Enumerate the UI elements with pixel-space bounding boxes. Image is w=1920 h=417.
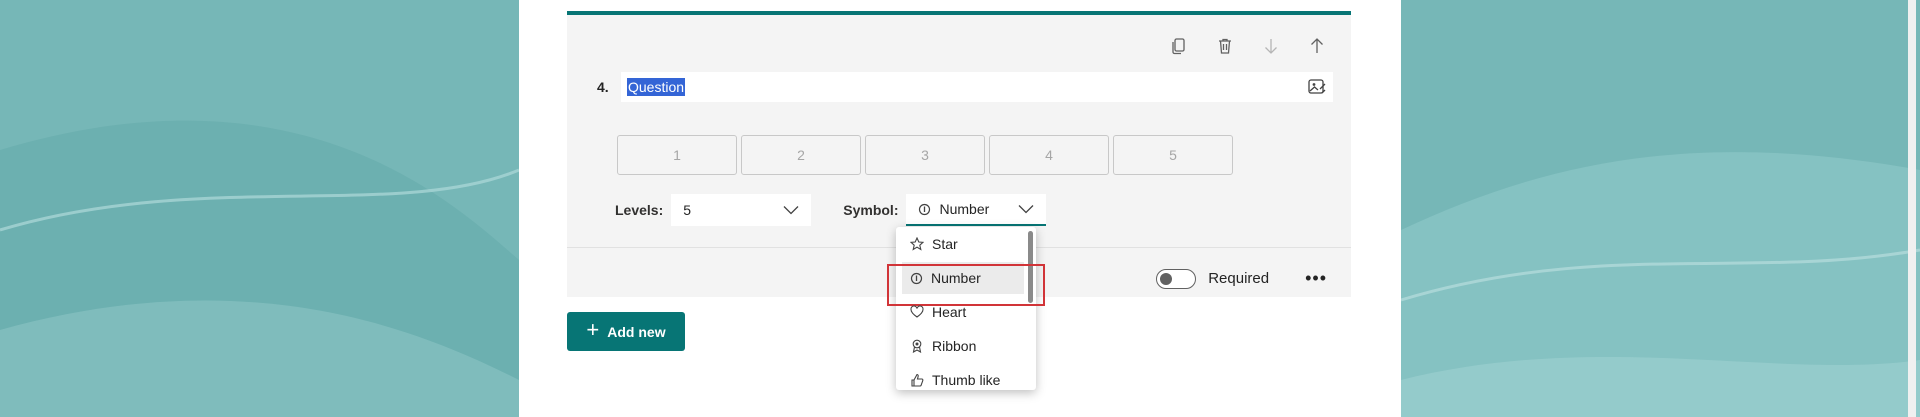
- symbol-option-label: Number: [931, 270, 981, 286]
- levels-label: Levels:: [615, 202, 664, 218]
- symbol-option-star[interactable]: Star: [896, 227, 1036, 261]
- image-icon: [1308, 79, 1326, 94]
- rating-level-2[interactable]: 2: [741, 135, 861, 175]
- symbol-option-label: Ribbon: [932, 338, 977, 354]
- star-icon: [910, 237, 924, 251]
- copy-icon: [1172, 38, 1185, 55]
- symbol-option-label: Star: [932, 236, 958, 252]
- rating-level-1[interactable]: 1: [617, 135, 737, 175]
- heart-icon: [910, 305, 924, 318]
- add-new-label: Add new: [607, 323, 666, 340]
- symbol-dropdown-menu: Star Number Heart Ribbon Thumb like: [896, 227, 1036, 390]
- rating-level-3[interactable]: 3: [865, 135, 985, 175]
- symbol-option-label: Heart: [932, 304, 967, 320]
- number-icon: [919, 203, 931, 215]
- question-toolbar: [1167, 34, 1329, 58]
- trash-icon: [1219, 38, 1231, 54]
- question-number: 4.: [597, 79, 609, 95]
- chevron-down-icon: [1019, 205, 1034, 214]
- more-options-button[interactable]: •••: [1305, 268, 1327, 289]
- window-scrollbar[interactable]: [1908, 0, 1916, 417]
- required-toggle[interactable]: [1156, 268, 1197, 289]
- symbol-value: Number: [939, 201, 990, 217]
- chevron-down-icon: [783, 206, 799, 215]
- question-title-text: Question: [627, 78, 686, 96]
- thumb-like-icon: [911, 373, 924, 387]
- rating-settings-row: Levels: 5 Symbol: Number: [615, 194, 1047, 226]
- ribbon-icon: [912, 339, 922, 353]
- toggle-knob: [1160, 272, 1173, 285]
- question-row: 4. Question: [597, 72, 1333, 102]
- copy-question-button[interactable]: [1167, 34, 1191, 58]
- card-footer: Required •••: [1156, 268, 1327, 289]
- levels-value: 5: [683, 202, 692, 218]
- symbol-option-label: Thumb like: [932, 372, 1001, 388]
- rating-level-4[interactable]: 4: [989, 135, 1109, 175]
- rating-level-5[interactable]: 5: [1113, 135, 1233, 175]
- question-title-input[interactable]: Question: [621, 72, 1333, 102]
- move-down-button[interactable]: [1259, 34, 1283, 58]
- symbol-dropdown[interactable]: Number: [906, 194, 1047, 226]
- arrow-down-icon: [1265, 39, 1277, 54]
- symbol-option-thumb-like[interactable]: Thumb like: [896, 363, 1036, 390]
- plus-icon: +: [586, 317, 600, 342]
- required-label: Required: [1208, 270, 1270, 287]
- move-up-button[interactable]: [1305, 34, 1329, 58]
- arrow-up-icon: [1311, 38, 1323, 53]
- insert-media-button[interactable]: [1307, 77, 1327, 102]
- delete-question-button[interactable]: [1213, 34, 1237, 58]
- number-icon: [910, 272, 923, 284]
- symbol-label: Symbol:: [843, 202, 899, 218]
- symbol-option-ribbon[interactable]: Ribbon: [896, 329, 1036, 363]
- rating-preview: 1 2 3 4 5: [617, 135, 1233, 175]
- levels-dropdown[interactable]: 5: [671, 194, 812, 226]
- add-new-button[interactable]: + Add new: [567, 312, 685, 351]
